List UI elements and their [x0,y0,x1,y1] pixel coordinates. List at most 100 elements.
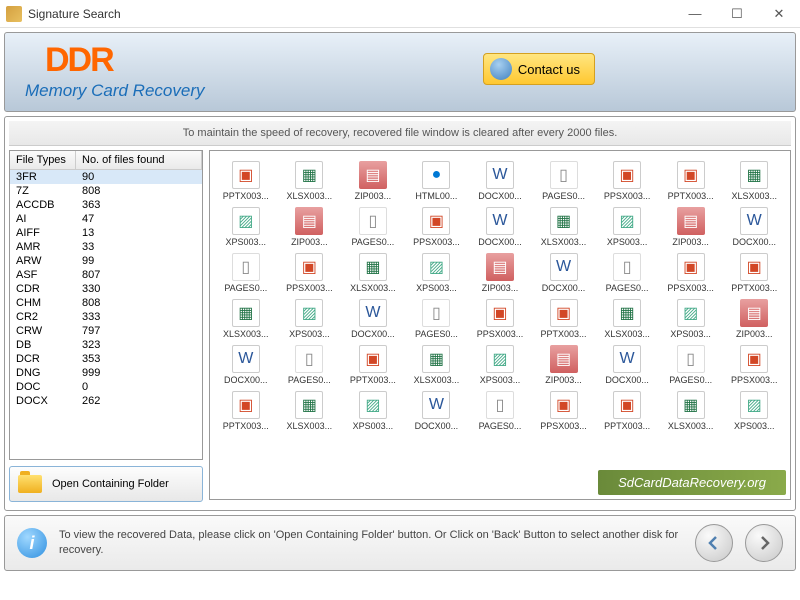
file-item[interactable]: ▨XPS003... [468,343,532,387]
table-row[interactable]: ACCDB363 [10,198,202,212]
file-item[interactable]: ▦XLSX003... [722,159,786,203]
table-row[interactable]: 3FR90 [10,170,202,184]
file-item[interactable]: ▣PPTX003... [214,389,278,433]
open-containing-folder-button[interactable]: Open Containing Folder [9,466,203,502]
cell-type: DOCX [10,394,76,408]
file-item[interactable]: ▯PAGES0... [278,343,342,387]
table-row[interactable]: DB323 [10,338,202,352]
contact-us-button[interactable]: Contact us [483,53,595,85]
file-item[interactable]: ▨XPS003... [214,205,278,249]
file-item[interactable]: WDOCX00... [468,159,532,203]
close-button[interactable]: ✕ [758,0,800,28]
file-item[interactable]: ▣PPTX003... [341,343,405,387]
table-row[interactable]: CR2333 [10,310,202,324]
table-row[interactable]: AI47 [10,212,202,226]
file-item[interactable]: ▯PAGES0... [405,297,469,341]
file-item[interactable]: WDOCX00... [595,343,659,387]
file-item[interactable]: ▯PAGES0... [468,389,532,433]
forward-button[interactable] [745,524,783,562]
xlsx-file-icon: ▦ [550,207,578,235]
file-item[interactable]: ▤ZIP003... [722,297,786,341]
table-row[interactable]: AIFF13 [10,226,202,240]
file-item[interactable]: ▣PPSX003... [405,205,469,249]
cell-type: AI [10,212,76,226]
file-item[interactable]: ▣PPSX003... [722,343,786,387]
file-item[interactable]: WDOCX00... [214,343,278,387]
file-item[interactable]: ▣PPTX003... [214,159,278,203]
file-item[interactable]: ▣PPTX003... [722,251,786,295]
minimize-button[interactable]: — [674,0,716,28]
file-item[interactable]: ▨XPS003... [341,389,405,433]
file-item[interactable]: ▯PAGES0... [659,343,723,387]
file-item[interactable]: ▨XPS003... [659,297,723,341]
file-label: XLSX003... [223,329,269,339]
table-row[interactable]: ARW99 [10,254,202,268]
zip-file-icon: ▤ [486,253,514,281]
file-item[interactable]: WDOCX00... [722,205,786,249]
file-item[interactable]: ▯PAGES0... [532,159,596,203]
file-item[interactable]: ▦XLSX003... [405,343,469,387]
pptx-file-icon: ▣ [740,253,768,281]
ppsx-file-icon: ▣ [613,161,641,189]
file-types-table[interactable]: File Types No. of files found 3FR907Z808… [9,150,203,460]
file-item[interactable]: ▤ZIP003... [341,159,405,203]
file-item[interactable]: ▣PPSX003... [659,251,723,295]
file-item[interactable]: ▦XLSX003... [341,251,405,295]
file-item[interactable]: ▦XLSX003... [214,297,278,341]
file-item[interactable]: ▣PPSX003... [468,297,532,341]
file-item[interactable]: ▦XLSX003... [659,389,723,433]
file-item[interactable]: ▯PAGES0... [214,251,278,295]
file-item[interactable]: ▤ZIP003... [659,205,723,249]
table-row[interactable]: AMR33 [10,240,202,254]
file-item[interactable]: ▦XLSX003... [595,297,659,341]
file-item[interactable]: WDOCX00... [405,389,469,433]
table-row[interactable]: 7Z808 [10,184,202,198]
file-item[interactable]: ▨XPS003... [278,297,342,341]
file-item[interactable]: WDOCX00... [532,251,596,295]
file-item[interactable]: ▤ZIP003... [532,343,596,387]
file-item[interactable]: ▦XLSX003... [278,159,342,203]
file-item[interactable]: ▦XLSX003... [278,389,342,433]
file-item[interactable]: WDOCX00... [468,205,532,249]
table-row[interactable]: CRW797 [10,324,202,338]
pages-file-icon: ▯ [613,253,641,281]
file-label: PPSX003... [540,421,587,431]
file-label: PPTX003... [541,329,587,339]
file-item[interactable]: ▣PPSX003... [595,159,659,203]
file-item[interactable]: ▣PPSX003... [532,389,596,433]
col-file-types[interactable]: File Types [10,151,76,169]
cell-count: 323 [76,338,202,352]
file-item[interactable]: ▣PPTX003... [532,297,596,341]
file-item[interactable]: ▦ XLSX003... [532,205,596,249]
file-item[interactable]: ▤ZIP003... [278,205,342,249]
file-item[interactable]: WDOCX00... [341,297,405,341]
col-files-found[interactable]: No. of files found [76,151,202,169]
file-item[interactable]: ▣PPTX003... [595,389,659,433]
file-label: PPSX003... [286,283,333,293]
file-item[interactable]: ▯PAGES0... [595,251,659,295]
table-row[interactable]: DNG999 [10,366,202,380]
file-item[interactable]: ▯PAGES0... [341,205,405,249]
table-row[interactable]: DOCX262 [10,394,202,408]
file-item[interactable]: ▨XPS003... [405,251,469,295]
file-label: PAGES0... [415,329,458,339]
file-item[interactable]: ▣PPSX003... [278,251,342,295]
table-row[interactable]: ASF807 [10,268,202,282]
file-item[interactable]: ●HTML00... [405,159,469,203]
file-label: PAGES0... [224,283,267,293]
table-row[interactable]: DOC0 [10,380,202,394]
file-item[interactable]: ▨XPS003... [722,389,786,433]
back-button[interactable] [695,524,733,562]
table-row[interactable]: CHM808 [10,296,202,310]
cell-type: CHM [10,296,76,310]
maximize-button[interactable]: ☐ [716,0,758,28]
file-item[interactable]: ▣PPTX003... [659,159,723,203]
file-label: XLSX003... [541,237,587,247]
file-item[interactable]: ▨XPS003... [595,205,659,249]
cell-count: 999 [76,366,202,380]
xlsx-file-icon: ▦ [740,161,768,189]
file-item[interactable]: ▤ZIP003... [468,251,532,295]
table-row[interactable]: DCR353 [10,352,202,366]
table-row[interactable]: CDR330 [10,282,202,296]
files-panel[interactable]: ▣PPTX003...▦XLSX003...▤ZIP003...●HTML00.… [209,150,791,500]
